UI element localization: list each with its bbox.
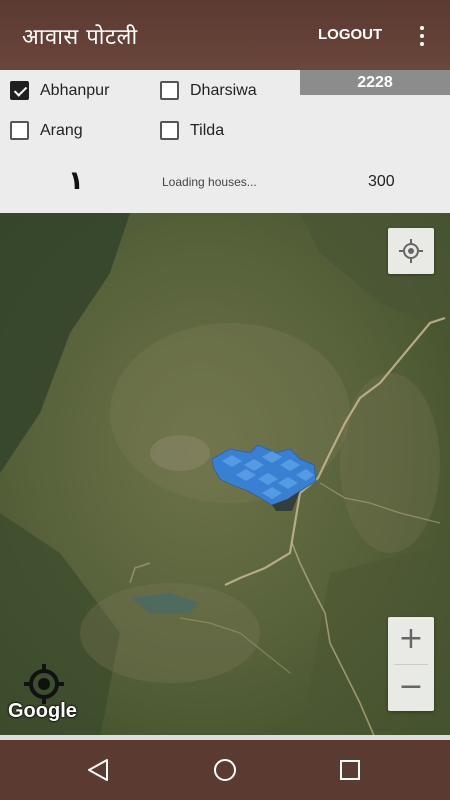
checkbox-abhanpur-box[interactable] (10, 81, 29, 100)
back-triangle-icon[interactable] (85, 756, 113, 784)
checkbox-dharsiwa[interactable]: Dharsiwa (160, 81, 257, 100)
app-bar: आवास पोटली LOGOUT (0, 0, 450, 70)
satellite-map[interactable] (0, 213, 450, 738)
checkbox-abhanpur-label: Abhanpur (40, 81, 110, 99)
checkbox-arang-label: Arang (40, 121, 83, 139)
total-count-badge: 2228 (300, 70, 450, 95)
checkbox-arang[interactable]: Arang (10, 121, 83, 140)
zoom-out-button[interactable]: − (388, 665, 434, 711)
my-location-icon (399, 239, 423, 263)
my-location-button[interactable] (388, 228, 434, 274)
zoom-in-button[interactable]: + (388, 617, 434, 663)
app-title: आवास पोटली (22, 25, 138, 50)
overflow-menu-icon[interactable] (414, 24, 430, 48)
checkbox-arang-box[interactable] (10, 121, 29, 140)
home-circle-icon[interactable] (211, 756, 239, 784)
google-attribution: Google (8, 700, 77, 722)
checkbox-tilda-box[interactable] (160, 121, 179, 140)
zoom-control: + − (388, 617, 434, 711)
filter-panel: Abhanpur Dharsiwa Arang Tilda 2228 ١ Loa… (0, 70, 450, 213)
map-terrain (0, 213, 450, 738)
checkbox-dharsiwa-box[interactable] (160, 81, 179, 100)
loading-status: Loading houses... (162, 175, 257, 189)
loaded-count: ١ (68, 166, 84, 196)
checkbox-abhanpur[interactable]: Abhanpur (10, 81, 109, 100)
system-nav-bar (0, 740, 450, 800)
checkbox-tilda[interactable]: Tilda (160, 121, 224, 140)
limit-value: 300 (368, 173, 395, 190)
recents-square-icon[interactable] (336, 756, 364, 784)
checkbox-tilda-label: Tilda (190, 121, 225, 139)
checkbox-dharsiwa-label: Dharsiwa (190, 81, 257, 99)
logout-button[interactable]: LOGOUT (318, 26, 382, 43)
